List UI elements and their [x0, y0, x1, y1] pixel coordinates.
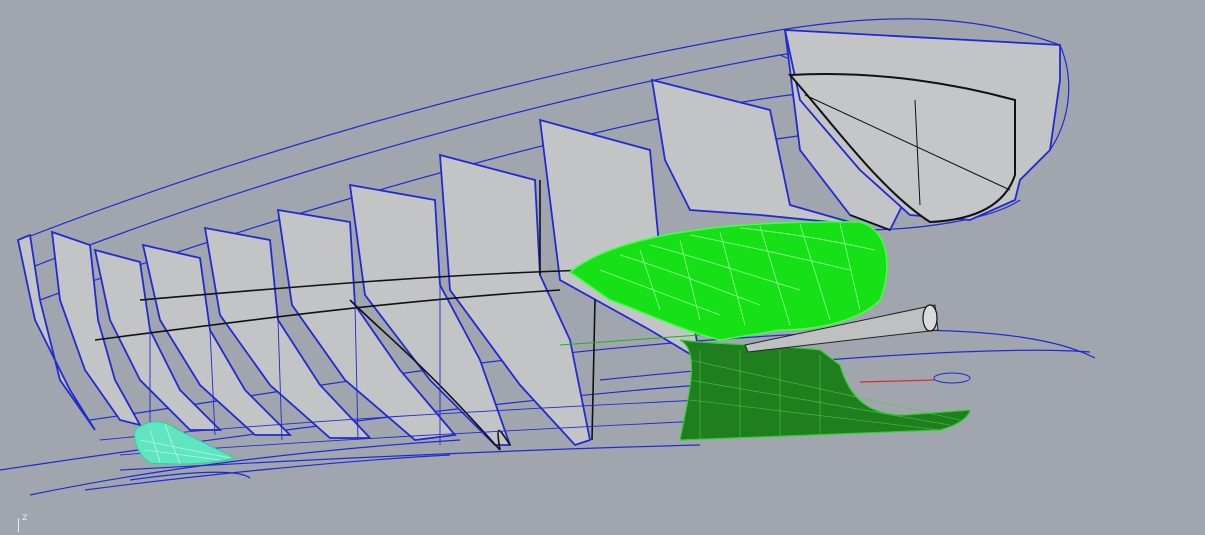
axis-indicator-line [18, 518, 19, 532]
axis-z-label: z [22, 512, 28, 523]
hull-model-scene[interactable] [0, 0, 1205, 535]
bow-bulb-surface [134, 421, 237, 465]
shaft-end-ellipse [933, 372, 971, 384]
shaft-axis-red [859, 379, 936, 383]
rhino-3d-viewport[interactable]: z [0, 0, 1205, 535]
